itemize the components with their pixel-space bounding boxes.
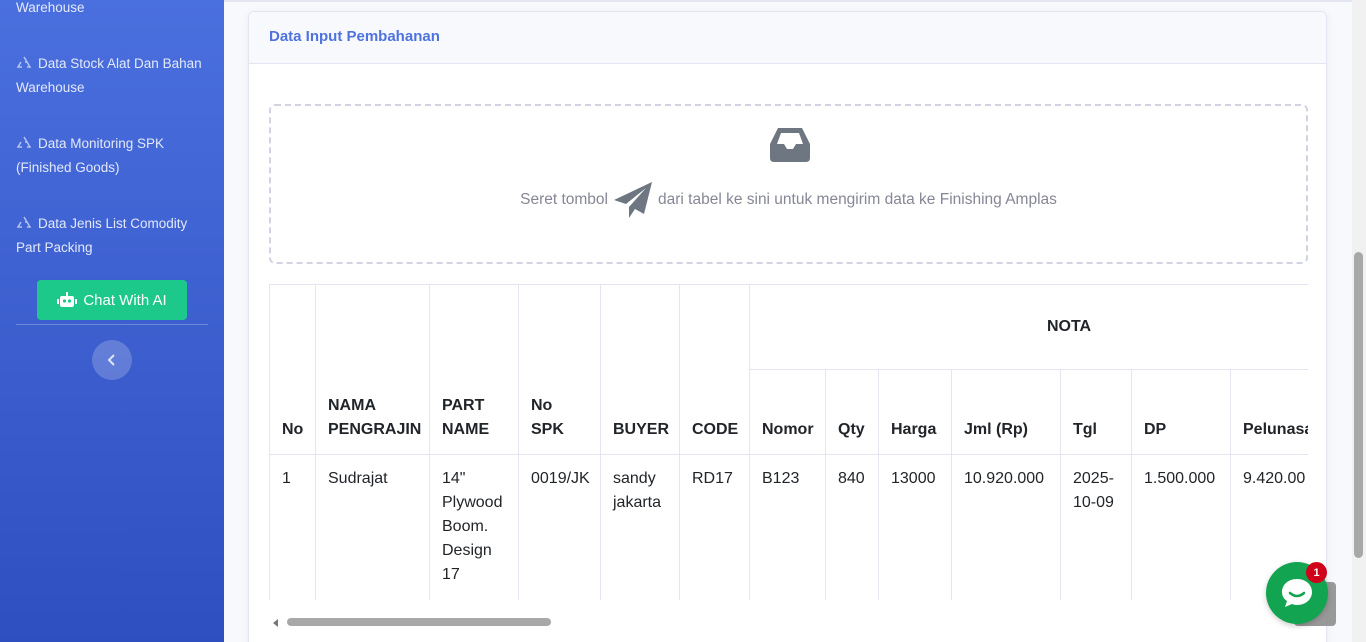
header-no: No bbox=[269, 284, 316, 455]
pembahanan-card: Data Input Pembahanan Seret tombol dari … bbox=[248, 11, 1327, 642]
header-tgl: Tgl bbox=[1060, 369, 1132, 455]
card-title: Data Input Pembahanan bbox=[269, 28, 440, 45]
paper-plane-icon bbox=[614, 182, 652, 218]
sidebar-toggle-button[interactable] bbox=[92, 340, 132, 380]
scroll-left-arrow-icon[interactable] bbox=[273, 619, 278, 627]
finishing-amplas-dropzone[interactable]: Seret tombol dari tabel ke sini untuk me… bbox=[269, 104, 1308, 264]
recycle-icon bbox=[16, 216, 32, 228]
cell-buyer: sandy jakarta bbox=[600, 454, 680, 600]
chevron-left-icon bbox=[107, 354, 115, 366]
topbar-edge bbox=[224, 0, 1366, 2]
header-harga: Harga bbox=[878, 369, 952, 455]
chat-with-ai-button[interactable]: Chat With AI bbox=[37, 280, 187, 320]
cell-qty: 840 bbox=[825, 454, 879, 600]
cell-pengrajin: Sudrajat bbox=[315, 454, 430, 600]
cell-tgl: 2025-10-09 bbox=[1060, 454, 1132, 600]
header-buyer: BUYER bbox=[600, 284, 680, 455]
header-nomor: Nomor bbox=[749, 369, 826, 455]
cell-code: RD17 bbox=[679, 454, 750, 600]
sidebar-item-monitoring-spk[interactable]: Data Monitoring SPK (Finished Goods) bbox=[16, 132, 212, 180]
header-part-name: PART NAME bbox=[429, 284, 519, 455]
data-table-container: No NAMA PENGRAJIN PART NAME No SPK BUYER… bbox=[269, 284, 1308, 600]
sidebar-item-jenis-list-comodity[interactable]: Data Jenis List Comodity Part Packing bbox=[16, 212, 212, 260]
cell-jml: 10.920.000 bbox=[951, 454, 1061, 600]
chat-notification-badge: 1 bbox=[1306, 562, 1327, 583]
header-no-spk: No SPK bbox=[518, 284, 601, 455]
sidebar: Warehouse Data Stock Alat Dan Bahan Ware… bbox=[0, 0, 224, 642]
robot-icon bbox=[57, 292, 78, 307]
sidebar-item-label: Data Jenis List Comodity Part Packing bbox=[16, 216, 188, 255]
page-scrollbar-thumb[interactable] bbox=[1354, 252, 1363, 558]
table-horizontal-scrollbar[interactable] bbox=[269, 616, 1308, 628]
dropzone-text-after: dari tabel ke sini untuk mengirim data k… bbox=[658, 191, 1057, 208]
dropzone-text: Seret tombol dari tabel ke sini untuk me… bbox=[271, 180, 1306, 220]
header-dp: DP bbox=[1131, 369, 1231, 455]
cell-no-spk: 0019/JK bbox=[518, 454, 601, 600]
sidebar-item-stock-alat-bahan[interactable]: Data Stock Alat Dan Bahan Warehouse bbox=[16, 52, 212, 100]
inbox-icon bbox=[770, 128, 810, 162]
sidebar-item-label: Warehouse bbox=[16, 0, 85, 15]
cell-no: 1 bbox=[269, 454, 316, 600]
sidebar-item-warehouse[interactable]: Warehouse bbox=[16, 0, 212, 20]
page-vertical-scrollbar[interactable] bbox=[1352, 0, 1366, 642]
table-row: 1 Sudrajat 14" Plywood Boom. Design 17 0… bbox=[269, 454, 1308, 600]
recycle-icon bbox=[16, 56, 32, 68]
cell-nomor: B123 bbox=[749, 454, 826, 600]
sidebar-item-label: Data Stock Alat Dan Bahan Warehouse bbox=[16, 56, 202, 95]
chat-bubble-icon bbox=[1282, 579, 1312, 607]
dropzone-text-before: Seret tombol bbox=[520, 191, 608, 208]
cell-part-name: 14" Plywood Boom. Design 17 bbox=[429, 454, 519, 600]
cell-harga: 13000 bbox=[878, 454, 952, 600]
header-nota: NOTA bbox=[748, 284, 1308, 370]
recycle-icon bbox=[16, 136, 32, 148]
scrollbar-thumb[interactable] bbox=[287, 618, 551, 626]
header-qty: Qty bbox=[825, 369, 879, 455]
header-pelunasan: Pelunasa bbox=[1229, 369, 1308, 455]
sidebar-item-label: Data Monitoring SPK (Finished Goods) bbox=[16, 136, 165, 175]
header-code: CODE bbox=[679, 284, 750, 455]
header-jml: Jml (Rp) bbox=[951, 369, 1061, 455]
chat-with-ai-label: Chat With AI bbox=[83, 291, 167, 309]
header-nama-pengrajin: NAMA PENGRAJIN bbox=[315, 284, 430, 455]
sidebar-divider bbox=[16, 324, 208, 325]
pembahanan-table: No NAMA PENGRAJIN PART NAME No SPK BUYER… bbox=[269, 284, 1308, 600]
cell-dp: 1.500.000 bbox=[1131, 454, 1231, 600]
card-header: Data Input Pembahanan bbox=[249, 12, 1326, 64]
